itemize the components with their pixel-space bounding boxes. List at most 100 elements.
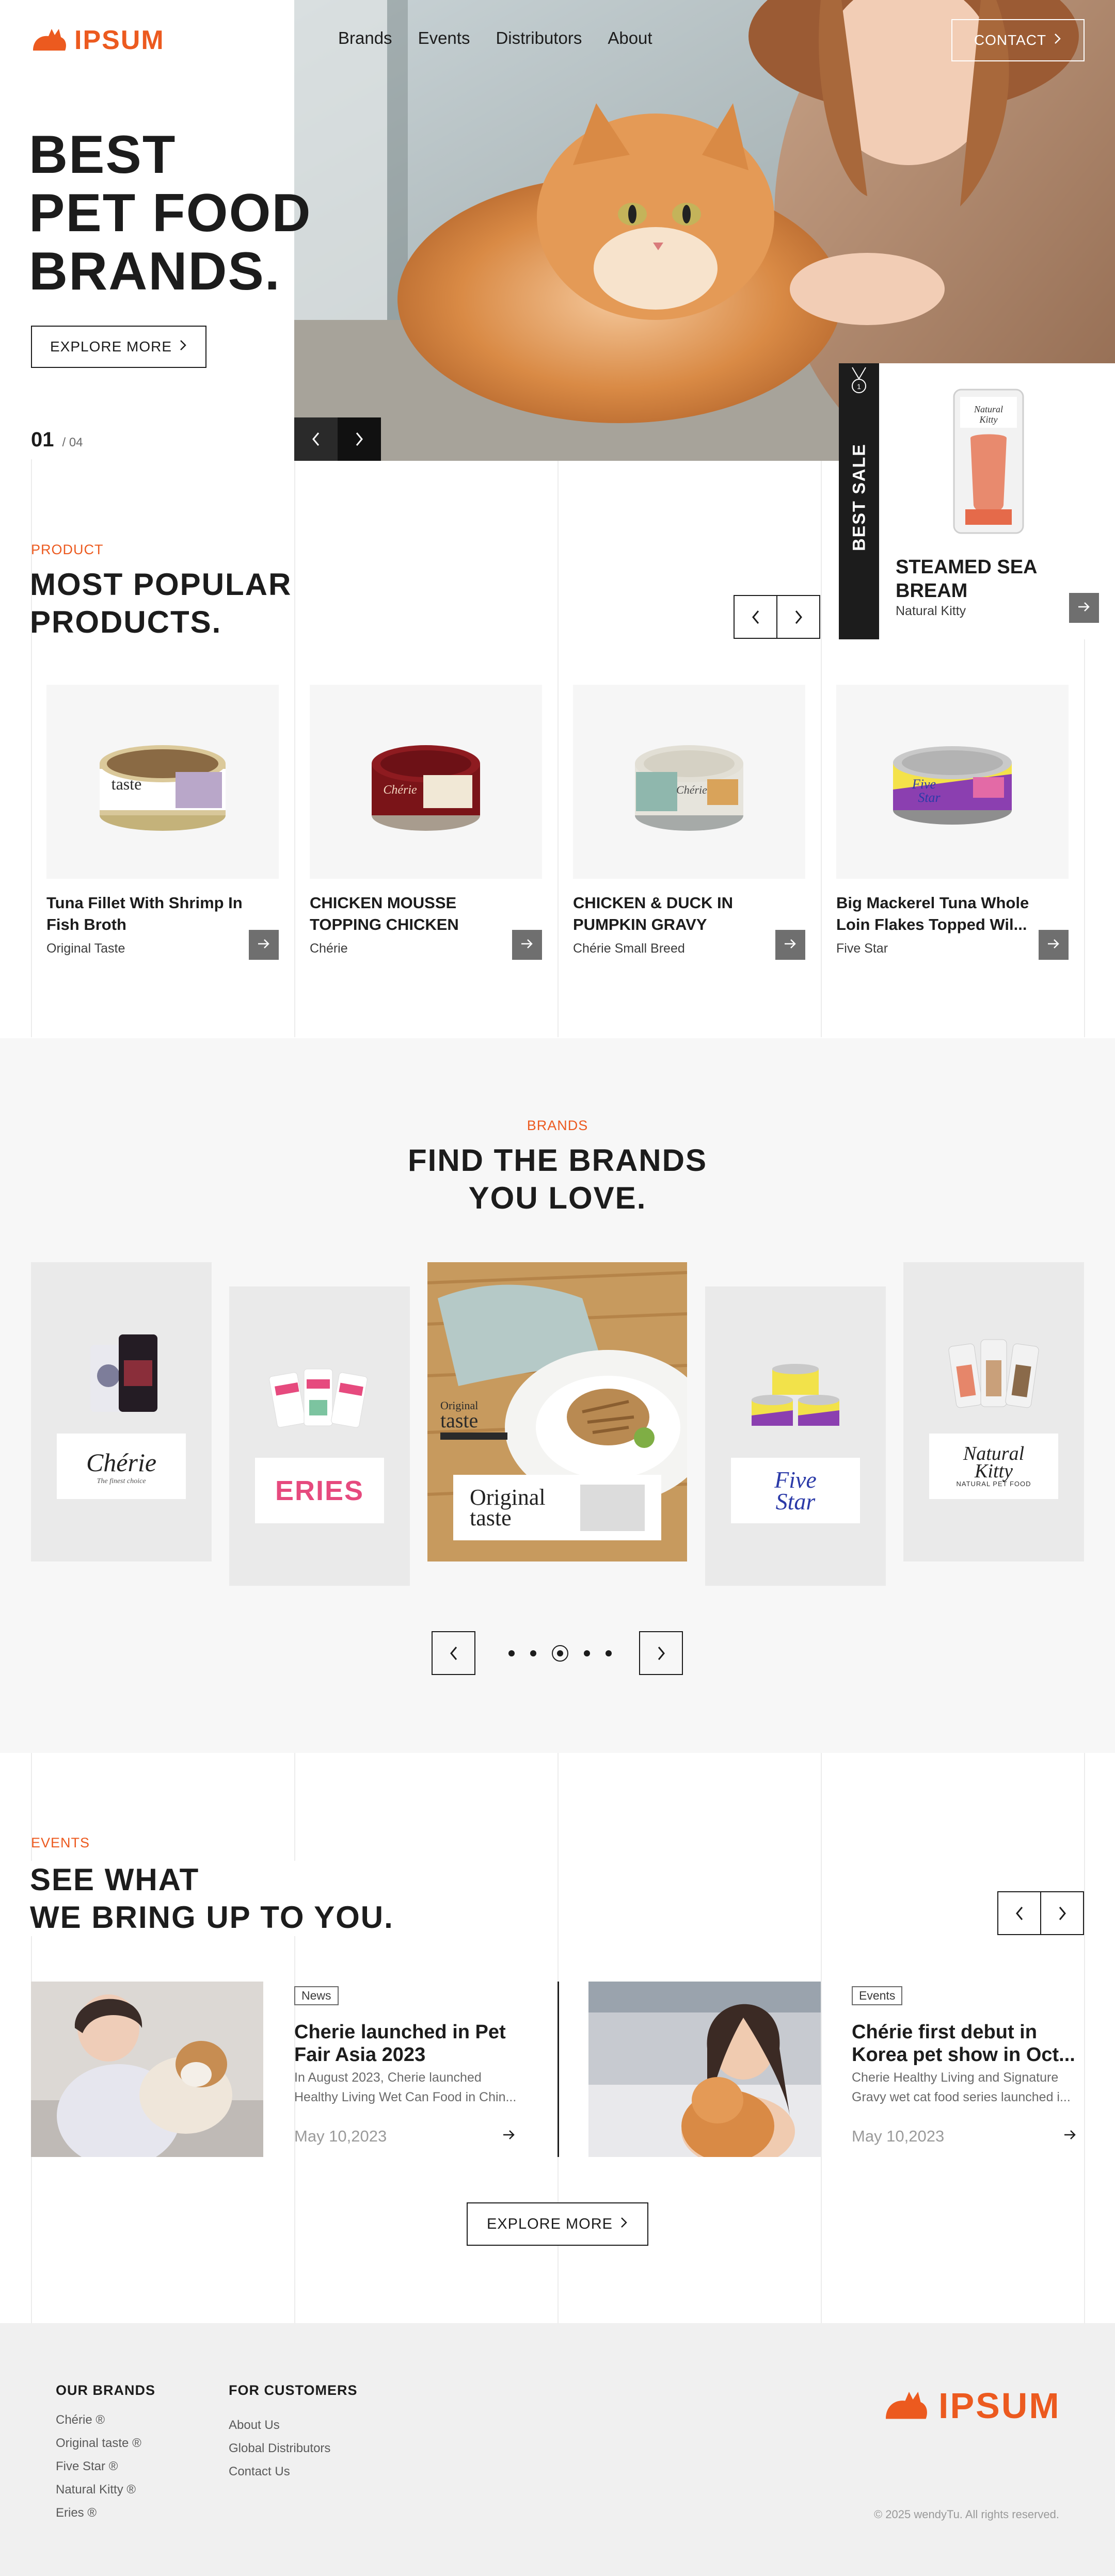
footer-copyright: © 2025 wendyTu. All rights reserved. [873,2508,1059,2521]
chevron-left-icon [1015,1906,1024,1921]
event-tag: News [294,1986,339,2005]
svg-text:1: 1 [857,382,861,391]
event-title: Chérie first debut in Korea pet show in … [852,2021,1075,2066]
contact-button[interactable]: CONTACT [951,19,1085,61]
brand-product-image [268,1364,371,1439]
nav-link-about[interactable]: About [608,28,652,48]
best-sale-arrow-button[interactable] [1069,593,1099,623]
events-title-line: WE BRING UP TO YOU. [30,1900,394,1935]
best-sale-card[interactable]: 1 BEST SALE Natural Kitty STEAMED SEA BR… [839,363,1115,639]
nav-link-events[interactable]: Events [418,28,470,48]
events-title-line: SEE WHAT [30,1862,200,1897]
brand-product-image [947,1334,1040,1414]
slide-current: 01 [31,428,54,451]
pagination-dot-active[interactable] [552,1645,568,1662]
contact-label: CONTACT [974,32,1047,48]
event-card[interactable]: Events Chérie first debut in Korea pet s… [588,1982,1084,2157]
footer-link[interactable]: Contact Us [229,2460,330,2483]
slide-counter: 01 / 04 [31,428,83,452]
pagination-dot[interactable] [584,1650,590,1656]
product-brand: Original Taste [46,941,125,956]
product-card[interactable]: taste Tuna Fillet With Shrimp In Fish Br… [46,685,279,963]
product-card[interactable]: Five Star Big Mackerel Tuna Whole Loin F… [836,685,1069,963]
footer-brands-list: Chérie ® Original taste ® Five Star ® Na… [56,2408,141,2524]
product-image: Chérie [573,685,805,879]
brands-next-button[interactable] [639,1631,683,1675]
product-arrow-button[interactable] [249,930,279,960]
brands-title-line: FIND THE BRANDS [408,1143,707,1178]
brands-pagination [508,1645,612,1662]
brand-logo-text: Original taste [470,1484,546,1531]
footer-link[interactable]: Five Star ® [56,2455,141,2478]
hero-explore-label: EXPLORE MORE [50,339,172,355]
event-date: May 10,2023 [294,2127,387,2145]
arrow-right-icon [1077,601,1091,615]
hero-prev-button[interactable] [294,417,338,461]
product-name: CHICKEN & DUCK IN PUMPKIN GRAVY [573,894,733,933]
events-explore-button[interactable]: EXPLORE MORE [467,2202,648,2246]
hero-next-button[interactable] [338,417,381,461]
products-prev-button[interactable] [734,595,777,639]
footer-brands-heading: OUR BRANDS [56,2382,156,2398]
product-card[interactable]: Chérie CHICKEN MOUSSE TOPPING CHICKEN Ch… [310,685,542,963]
footer-link[interactable]: Natural Kitty ® [56,2478,141,2501]
svg-text:Star: Star [918,790,941,805]
best-sale-label: BEST SALE [849,443,869,551]
event-body: In August 2023, Cherie launched Healthy … [294,2070,517,2104]
grid-line [821,459,822,1037]
chevron-right-icon [179,339,187,355]
footer-link[interactable]: Global Distributors [229,2437,330,2460]
grid-line [1084,1753,1085,2323]
arrow-right-icon[interactable] [502,2129,516,2143]
events-explore-label: EXPLORE MORE [486,2215,613,2232]
svg-text:Five: Five [912,777,936,792]
brand-card-eries[interactable]: ERIES [229,1286,410,1586]
pagination-dot[interactable] [508,1650,515,1656]
product-arrow-button[interactable] [512,930,542,960]
best-sale-name: STEAMED SEA BREAM [896,556,1037,602]
logo[interactable]: IPSUM [31,21,165,60]
product-arrow-button[interactable] [1039,930,1069,960]
footer-link[interactable]: Eries ® [56,2501,141,2524]
brand-card-five-star[interactable]: Five Star [705,1286,886,1586]
events-prev-button[interactable] [997,1891,1041,1935]
arrow-right-icon[interactable] [1063,2129,1077,2143]
product-arrow-button[interactable] [775,930,805,960]
brands-section: BRANDS FIND THE BRANDS YOU LOVE. Chérie … [0,1038,1115,1753]
brand-logo-text: Chérie [86,1447,157,1477]
nav-link-brands[interactable]: Brands [338,28,392,48]
hero-title-line: BEST [29,125,177,185]
product-brand: Five Star [836,941,888,956]
brands-prev-button[interactable] [432,1631,475,1675]
events-next-button[interactable] [1040,1891,1084,1935]
pagination-dot[interactable] [606,1650,612,1656]
products-next-button[interactable] [776,595,820,639]
events-title: SEE WHAT WE BRING UP TO YOU. [30,1861,394,1936]
brand-card-natural-kitty[interactable]: Natural Kitty NATURAL PET FOOD [903,1262,1084,1561]
products-title-line: PRODUCTS. [30,605,222,639]
footer-link[interactable]: About Us [229,2413,330,2437]
chevron-right-icon [794,609,803,625]
hero-explore-button[interactable]: EXPLORE MORE [31,326,206,368]
event-card[interactable]: News Cherie launched in Pet Fair Asia 20… [31,1982,558,2157]
best-sale-product-image: Natural Kitty [950,387,1027,536]
brands-eyebrow: BRANDS [527,1118,588,1133]
pagination-dot[interactable] [530,1650,536,1656]
svg-text:Chérie: Chérie [676,783,707,796]
brand-card-cherie[interactable]: Chérie The finest choice [31,1262,212,1561]
footer-logo[interactable]: IPSUM [882,2385,1061,2426]
product-card[interactable]: Chérie CHICKEN & DUCK IN PUMPKIN GRAVY C… [573,685,805,963]
arrow-right-icon [520,938,534,952]
arrow-right-icon [1047,938,1060,952]
arrow-right-icon [784,938,797,952]
footer-link[interactable]: Chérie ® [56,2408,141,2432]
footer-link[interactable]: Original taste ® [56,2432,141,2455]
brand-card-original-taste[interactable]: Original taste Original taste [427,1262,687,1561]
brand-product-image [749,1364,842,1439]
cat-logo-icon [31,25,68,56]
brand-logo: ERIES [255,1458,384,1523]
event-title: Cherie launched in Pet Fair Asia 2023 [294,2021,506,2066]
brand-product-image [80,1329,163,1420]
nav-link-distributors[interactable]: Distributors [496,28,582,48]
product-image: taste [46,685,279,879]
